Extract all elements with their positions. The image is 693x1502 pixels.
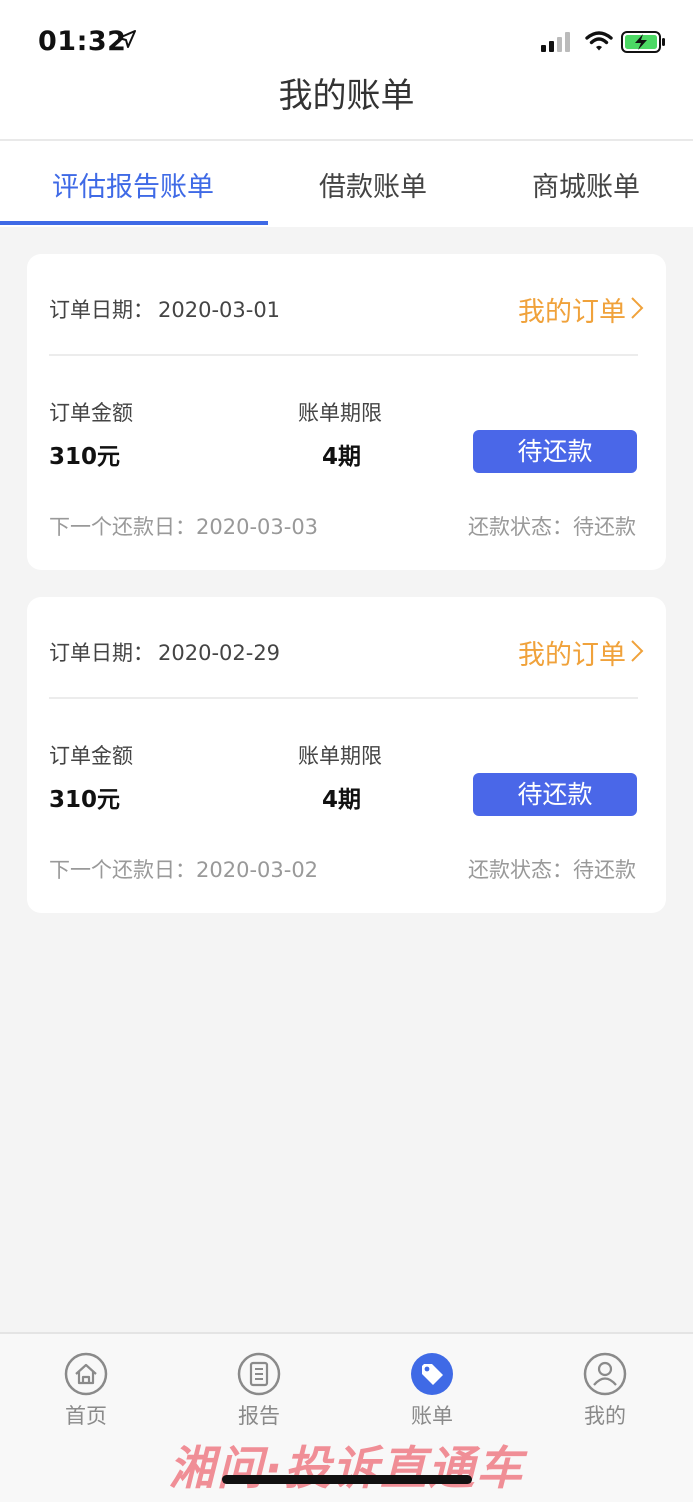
order-date-value: 2020-02-29 <box>158 641 281 665</box>
nav-report[interactable]: 报告 <box>214 1352 304 1430</box>
home-indicator <box>222 1475 472 1484</box>
repayment-status-value: 待还款 <box>573 515 636 539</box>
nav-bill[interactable]: 账单 <box>387 1352 477 1430</box>
bill-term-value: 4期 <box>322 787 362 813</box>
repayment-status-label: 还款状态： <box>468 858 573 882</box>
active-tab-indicator <box>0 221 268 225</box>
pending-repayment-button[interactable]: 待还款 <box>473 773 637 816</box>
status-time: 01:32 <box>38 26 127 57</box>
wifi-icon <box>585 31 613 51</box>
nav-mine-label: 我的 <box>584 1404 626 1428</box>
tab-loan-bill[interactable]: 借款账单 <box>319 165 427 204</box>
repayment-status-value: 待还款 <box>573 858 636 882</box>
next-repayment-date-value: 2020-03-02 <box>196 858 319 882</box>
battery-charging-icon <box>621 31 665 53</box>
next-repayment-date-value: 2020-03-03 <box>196 515 319 539</box>
bill-tabs: 评估报告账单 借款账单 商城账单 <box>0 141 693 227</box>
top-bar: 01:32 我的账单 <box>0 0 693 141</box>
next-repayment-date-label: 下一个还款日： <box>49 858 196 882</box>
nav-home[interactable]: 首页 <box>41 1352 131 1430</box>
divider <box>49 354 638 356</box>
pending-repayment-button[interactable]: 待还款 <box>473 430 637 473</box>
my-order-link[interactable]: 我的订单 <box>518 633 626 672</box>
order-amount-label: 订单金额 <box>49 401 133 425</box>
report-icon <box>237 1352 281 1396</box>
tab-mall-bill[interactable]: 商城账单 <box>532 165 640 204</box>
bill-term-value: 4期 <box>322 444 362 470</box>
order-amount-value: 310元 <box>49 787 121 813</box>
bill-card: 订单日期： 2020-02-29 我的订单 订单金额 账单期限 310元 4期 待… <box>27 597 666 913</box>
repayment-status-label: 还款状态： <box>468 515 573 539</box>
user-icon <box>583 1352 627 1396</box>
cellular-signal-icon <box>541 32 570 52</box>
order-date: 订单日期： 2020-02-29 <box>49 637 280 667</box>
my-order-link[interactable]: 我的订单 <box>518 290 626 329</box>
nav-report-label: 报告 <box>238 1404 280 1428</box>
order-date-label: 订单日期： <box>49 298 154 322</box>
bill-term-label: 账单期限 <box>298 744 382 768</box>
bill-term-label: 账单期限 <box>298 401 382 425</box>
location-arrow-icon <box>118 30 136 48</box>
chevron-right-icon[interactable] <box>630 639 644 663</box>
order-amount-label: 订单金额 <box>49 744 133 768</box>
order-date-value: 2020-03-01 <box>158 298 281 322</box>
order-amount-value: 310元 <box>49 444 121 470</box>
nav-bill-label: 账单 <box>411 1404 453 1428</box>
divider <box>49 697 638 699</box>
repayment-status: 还款状态：待还款 <box>468 854 636 884</box>
home-icon <box>64 1352 108 1396</box>
page-title: 我的账单 <box>278 76 415 116</box>
repayment-status: 还款状态：待还款 <box>468 511 636 541</box>
next-repayment-date-label: 下一个还款日： <box>49 515 196 539</box>
next-repayment-date: 下一个还款日：2020-03-03 <box>49 511 318 541</box>
tab-assessment-report-bill[interactable]: 评估报告账单 <box>52 165 214 204</box>
next-repayment-date: 下一个还款日：2020-03-02 <box>49 854 318 884</box>
tag-icon <box>411 1353 453 1395</box>
nav-mine[interactable]: 我的 <box>560 1352 650 1430</box>
order-date-label: 订单日期： <box>49 641 154 665</box>
order-date: 订单日期： 2020-03-01 <box>49 294 280 324</box>
bill-card: 订单日期： 2020-03-01 我的订单 订单金额 账单期限 310元 4期 待… <box>27 254 666 570</box>
chevron-right-icon[interactable] <box>630 296 644 320</box>
nav-home-label: 首页 <box>65 1404 107 1428</box>
watermark: 湘问·投诉直通车 <box>168 1441 525 1495</box>
